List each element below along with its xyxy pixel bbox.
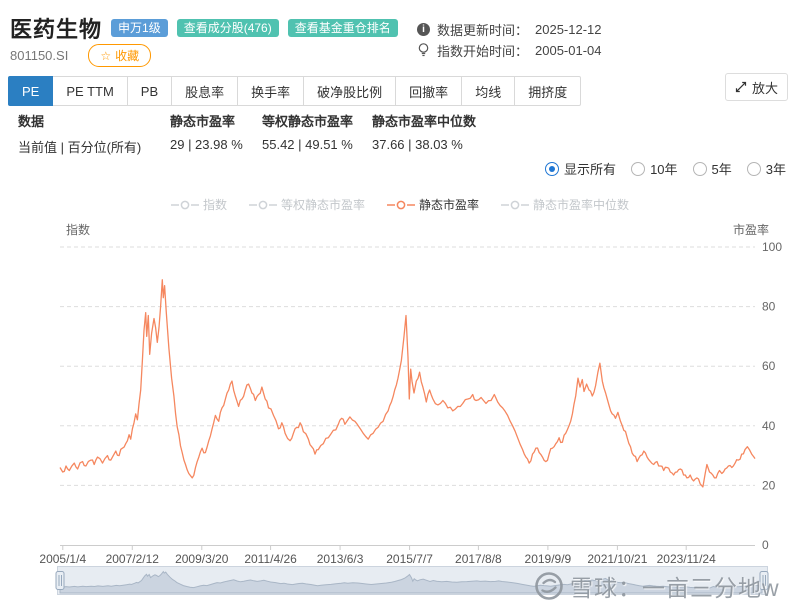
tab-below-net-ratio[interactable]: 破净股比例 xyxy=(303,76,397,106)
radio-icon[interactable] xyxy=(692,161,707,176)
svg-text:2005/1/4: 2005/1/4 xyxy=(39,552,86,566)
legend-item-median-pe[interactable]: 静态市盈率中位数 xyxy=(501,196,629,213)
pe-line-chart[interactable]: 指数 市盈率 0 20 40 60 80 100 2005/1/4 2007/2/12 2009/3… xyxy=(0,216,800,566)
svg-text:0: 0 xyxy=(762,538,769,552)
radio-icon[interactable] xyxy=(631,161,646,176)
svg-text:指数: 指数 xyxy=(66,222,90,237)
range-option-3y[interactable]: 3年 xyxy=(746,159,786,178)
stat-header: 等权静态市盈率 xyxy=(262,114,354,129)
stat-col-equal-weight-pe: 等权静态市盈率 55.42 | 49.51 % xyxy=(262,111,372,156)
star-icon: ☆ xyxy=(100,48,112,63)
stat-col-median-pe: 静态市盈率中位数 37.66 | 38.03 % xyxy=(372,111,476,156)
legend-item-static-pe[interactable]: 静态市盈率 xyxy=(387,196,479,213)
badge-view-fund-ranking[interactable]: 查看基金重仓排名 xyxy=(287,19,398,37)
page: 医药生物 申万1级 查看成分股(476) 查看基金重仓排名 801150.SI … xyxy=(0,0,800,614)
metric-tabbar: PE PE TTM PB 股息率 换手率 破净股比例 回撤率 均线 拥挤度 xyxy=(8,76,582,106)
range-selector: 显示所有 10年 5年 3年 xyxy=(545,159,786,178)
range-option-all[interactable]: 显示所有 xyxy=(545,159,616,178)
svg-text:80: 80 xyxy=(762,300,776,314)
stat-value: 55.42 | 49.51 % xyxy=(262,137,353,152)
svg-text:100: 100 xyxy=(762,240,782,254)
enlarge-button[interactable]: 放大 xyxy=(724,73,788,101)
navigator-handle xyxy=(55,571,65,590)
chart-range-navigator[interactable] xyxy=(54,565,772,597)
index-start-time-line: 指数开始时间： 2005-01-04 xyxy=(417,40,602,61)
stat-value: 当前值 | 百分位(所有) xyxy=(18,140,142,155)
code-row: 801150.SI ☆ 收藏 xyxy=(10,44,152,67)
tab-pe-ttm[interactable]: PE TTM xyxy=(52,76,128,106)
svg-text:2023/11/24: 2023/11/24 xyxy=(657,552,716,566)
range-option-label: 显示所有 xyxy=(564,162,617,177)
header: 医药生物 申万1级 查看成分股(476) 查看基金重仓排名 xyxy=(10,12,398,44)
stat-col-static-pe: 静态市盈率 29 | 23.98 % xyxy=(170,111,262,156)
radio-icon[interactable] xyxy=(746,161,761,176)
info-block: i 数据更新时间： 2025-12-12 指数开始时间： 2005-01-04 xyxy=(417,19,602,61)
range-option-5y[interactable]: 5年 xyxy=(692,159,732,178)
range-option-label: 5年 xyxy=(711,162,732,177)
svg-text:2015/7/7: 2015/7/7 xyxy=(386,552,433,566)
legend-label: 静态市盈率 xyxy=(419,198,480,212)
index-code: 801150.SI xyxy=(10,48,69,63)
range-option-10y[interactable]: 10年 xyxy=(631,159,678,178)
bulb-icon xyxy=(418,43,429,57)
stat-value: 29 | 23.98 % xyxy=(170,137,243,152)
navigator-handle xyxy=(759,571,769,590)
svg-text:2011/4/26: 2011/4/26 xyxy=(244,552,297,566)
page-title: 医药生物 xyxy=(10,17,103,42)
tab-dividend-yield[interactable]: 股息率 xyxy=(171,76,239,106)
stat-header: 静态市盈率中位数 xyxy=(372,114,477,129)
tab-pe[interactable]: PE xyxy=(8,76,54,106)
index-start-time-label: 指数开始时间： xyxy=(437,44,529,59)
svg-text:2009/3/20: 2009/3/20 xyxy=(175,552,229,566)
tab-drawdown[interactable]: 回撤率 xyxy=(395,76,463,106)
stat-header: 静态市盈率 xyxy=(170,114,236,129)
svg-text:20: 20 xyxy=(762,478,776,492)
stat-header: 数据 xyxy=(18,114,45,129)
svg-text:2019/9/9: 2019/9/9 xyxy=(525,552,572,566)
chart-legend: 指数 等权静态市盈率 静态市盈率 静态市盈率中位数 xyxy=(0,196,800,213)
legend-label: 指数 xyxy=(202,198,227,212)
svg-text:2017/8/8: 2017/8/8 xyxy=(455,552,502,566)
favorite-button[interactable]: ☆ 收藏 xyxy=(88,44,152,67)
svg-text:40: 40 xyxy=(762,419,776,433)
tab-crowding[interactable]: 拥挤度 xyxy=(514,76,582,106)
data-update-time-value: 2025-12-12 xyxy=(535,22,602,37)
badge-shenwan-level1[interactable]: 申万1级 xyxy=(111,19,168,37)
stat-value: 37.66 | 38.03 % xyxy=(372,137,463,152)
range-option-label: 10年 xyxy=(650,162,678,177)
tab-turnover-rate[interactable]: 换手率 xyxy=(237,76,305,106)
data-update-time-label: 数据更新时间： xyxy=(437,23,529,38)
stat-col-labels: 数据 当前值 | 百分位(所有) xyxy=(18,111,170,156)
range-option-label: 3年 xyxy=(765,162,786,177)
radio-selected-icon[interactable] xyxy=(545,161,560,176)
svg-text:60: 60 xyxy=(762,359,776,373)
svg-text:2021/10/21: 2021/10/21 xyxy=(587,552,647,566)
legend-marker-icon xyxy=(387,200,415,209)
expand-icon xyxy=(735,81,747,93)
legend-marker-icon xyxy=(170,200,199,209)
legend-label: 等权静态市盈率 xyxy=(280,198,365,212)
enlarge-label: 放大 xyxy=(751,80,778,96)
favorite-label: 收藏 xyxy=(115,49,140,63)
index-start-time-value: 2005-01-04 xyxy=(535,43,602,58)
svg-text:市盈率: 市盈率 xyxy=(733,222,769,237)
stats-panel: 数据 当前值 | 百分位(所有) 静态市盈率 29 | 23.98 % 等权静态… xyxy=(18,111,476,156)
info-icon: i xyxy=(417,23,430,36)
badge-view-constituents[interactable]: 查看成分股(476) xyxy=(176,19,279,37)
tab-moving-average[interactable]: 均线 xyxy=(461,76,516,106)
legend-marker-icon xyxy=(248,200,277,209)
svg-text:2013/6/3: 2013/6/3 xyxy=(317,552,364,566)
legend-marker-icon xyxy=(501,200,530,209)
data-update-time-line: i 数据更新时间： 2025-12-12 xyxy=(417,19,602,40)
legend-label: 静态市盈率中位数 xyxy=(533,198,630,212)
tab-pb[interactable]: PB xyxy=(126,76,173,106)
legend-item-index[interactable]: 指数 xyxy=(170,196,227,213)
svg-text:2007/2/12: 2007/2/12 xyxy=(106,552,160,566)
legend-item-equal-weight-pe[interactable]: 等权静态市盈率 xyxy=(248,196,365,213)
